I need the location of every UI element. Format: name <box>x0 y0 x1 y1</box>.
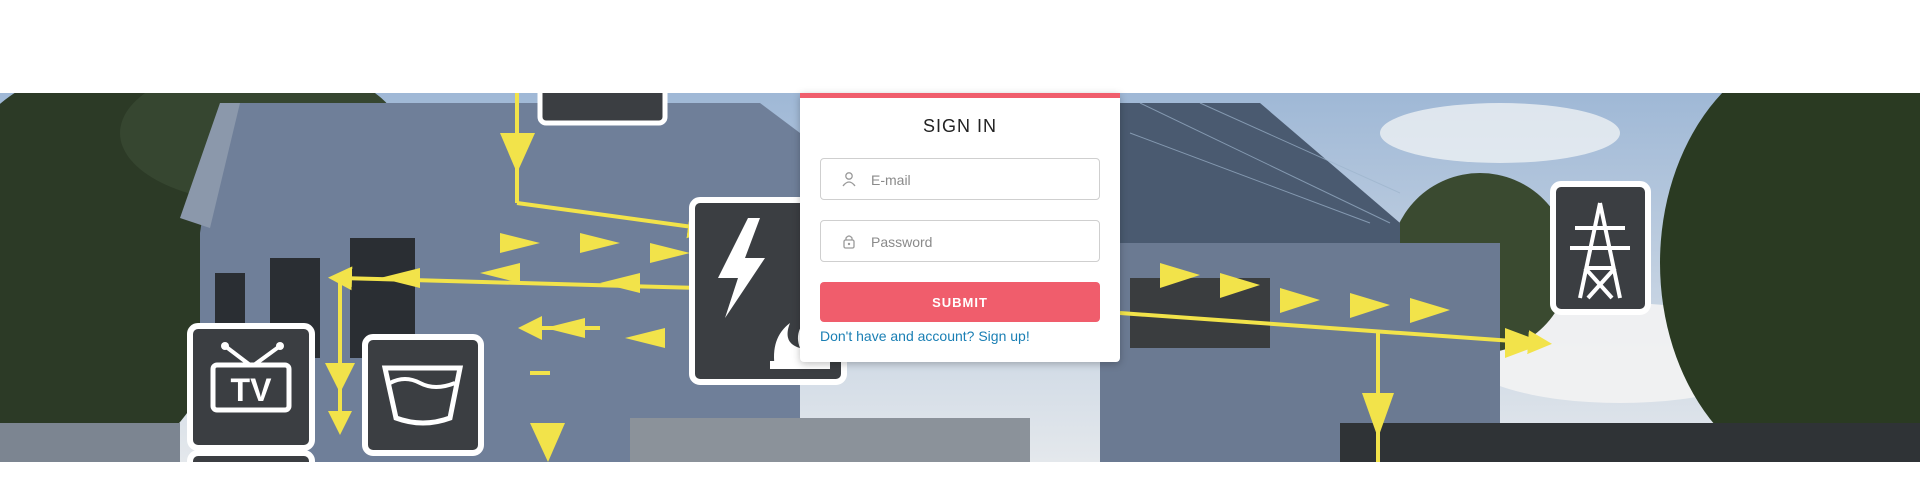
washing-basin-icon <box>362 334 484 456</box>
tv-icon: TV <box>187 323 315 451</box>
password-input[interactable] <box>869 221 1093 263</box>
email-input[interactable] <box>869 159 1093 201</box>
power-tower-icon <box>1550 181 1651 315</box>
email-field[interactable] <box>820 158 1100 201</box>
submit-button[interactable]: SUBMIT <box>820 282 1100 322</box>
sign-in-card: SIGN IN SUBMIT Don't have and account? S… <box>800 93 1120 362</box>
sign-in-title: SIGN IN <box>922 116 997 136</box>
tv-label: TV <box>231 372 273 408</box>
password-field[interactable] <box>820 220 1100 263</box>
user-icon <box>842 172 856 187</box>
lock-icon <box>843 235 855 249</box>
sign-up-link[interactable]: Don't have and account? Sign up! <box>820 328 1030 344</box>
